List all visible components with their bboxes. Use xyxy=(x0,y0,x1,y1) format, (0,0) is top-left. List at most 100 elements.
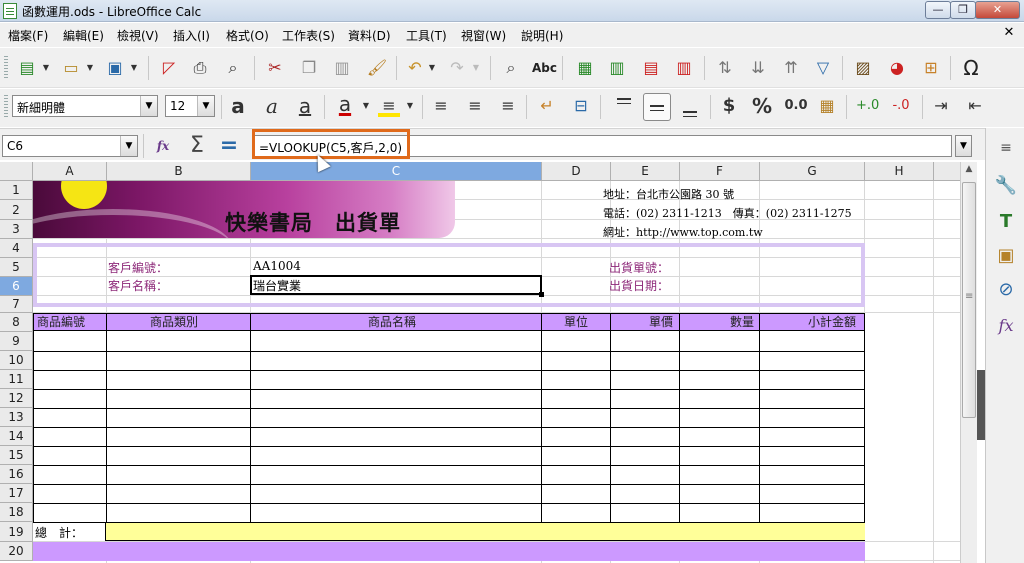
menu-data[interactable]: 資料(D) xyxy=(348,27,391,44)
vertical-scrollbar[interactable]: ▲ xyxy=(960,162,977,563)
function-wizard-button[interactable]: fx xyxy=(150,135,176,157)
header-unit-price[interactable]: 單價 xyxy=(649,313,673,331)
align-top-button[interactable] xyxy=(610,93,638,121)
sidebar-menu-icon[interactable]: ≡ xyxy=(994,136,1018,160)
save-dropdown-icon[interactable]: ▼ xyxy=(130,57,138,79)
clone-formatting-icon[interactable]: 🖌 xyxy=(366,57,388,79)
styles-icon[interactable]: T xyxy=(994,210,1018,234)
cut-icon[interactable]: ✂ xyxy=(264,57,286,79)
bold-button[interactable]: a xyxy=(227,95,249,117)
header-quantity[interactable]: 數量 xyxy=(730,313,754,331)
spelling-icon[interactable]: Abc xyxy=(532,57,557,79)
column-header-c[interactable]: C xyxy=(251,162,542,181)
spreadsheet-grid[interactable]: A B C D E F G H 1 2 3 4 5 6 7 8 9 10 11 … xyxy=(0,162,960,563)
font-color-button[interactable]: a xyxy=(334,93,356,115)
column-header-e[interactable]: E xyxy=(611,162,680,181)
row-header[interactable]: 17 xyxy=(0,484,33,503)
font-color-dropdown-icon[interactable]: ▼ xyxy=(362,95,370,117)
decrease-indent-icon[interactable]: ⇤ xyxy=(964,95,986,117)
undo-icon[interactable]: ↶ xyxy=(404,57,426,79)
merge-center-icon[interactable]: ⊟ xyxy=(570,95,592,117)
delete-decimal-icon[interactable]: -.0 xyxy=(890,95,912,117)
scroll-up-icon[interactable]: ▲ xyxy=(961,164,977,180)
row-header[interactable]: 4 xyxy=(0,239,33,258)
redo-dropdown-icon[interactable]: ▼ xyxy=(472,57,480,79)
menu-help[interactable]: 說明(H) xyxy=(521,27,563,44)
menu-insert[interactable]: 插入(I) xyxy=(173,27,210,44)
date-format-icon[interactable]: ▦ xyxy=(816,95,838,117)
align-bottom-button[interactable] xyxy=(676,93,704,121)
row-icon[interactable]: ▦ xyxy=(574,57,596,79)
font-name-box[interactable]: 新細明體 ▼ xyxy=(12,95,158,117)
gallery-icon[interactable]: ▣ xyxy=(994,244,1018,268)
column-header-f[interactable]: F xyxy=(680,162,760,181)
header-product-category[interactable]: 商品類別 xyxy=(150,313,198,331)
row-header[interactable]: 5 xyxy=(0,258,33,277)
percent-format-button[interactable]: % xyxy=(751,95,773,117)
row-header[interactable]: 8 xyxy=(0,313,33,332)
row-header[interactable]: 9 xyxy=(0,332,33,351)
chevron-down-icon[interactable]: ▼ xyxy=(197,96,214,116)
row-header[interactable]: 12 xyxy=(0,389,33,408)
expand-formula-icon[interactable]: ▼ xyxy=(955,135,972,157)
sort-icon[interactable]: ⇅ xyxy=(714,57,736,79)
increase-indent-icon[interactable]: ⇥ xyxy=(930,95,952,117)
print-icon[interactable]: ⎙ xyxy=(189,57,211,79)
column-header-d[interactable]: D xyxy=(542,162,611,181)
open-folder-icon[interactable]: ▭ xyxy=(60,57,82,79)
customer-id-cell[interactable]: AA1004 xyxy=(253,259,301,273)
align-left-icon[interactable]: ≡ xyxy=(430,95,452,117)
find-replace-icon[interactable]: ⌕ xyxy=(500,57,522,79)
sum-button[interactable]: Σ xyxy=(184,135,210,157)
menu-format[interactable]: 格式(O) xyxy=(226,27,269,44)
function-button[interactable]: = xyxy=(216,135,242,157)
align-middle-button[interactable] xyxy=(643,93,671,121)
name-box[interactable]: C6 ▼ xyxy=(2,135,138,157)
delete-row-icon[interactable]: ▤ xyxy=(640,57,662,79)
redo-icon[interactable]: ↷ xyxy=(446,57,468,79)
row-header[interactable]: 2 xyxy=(0,200,33,220)
chevron-down-icon[interactable]: ▼ xyxy=(140,96,157,116)
customer-name-cell[interactable]: 瑞台實業 xyxy=(253,277,301,294)
save-icon[interactable]: ▣ xyxy=(104,57,126,79)
menu-file[interactable]: 檔案(F) xyxy=(8,27,48,44)
underline-button[interactable]: a xyxy=(294,95,316,117)
row-header[interactable]: 13 xyxy=(0,408,33,427)
row-header[interactable]: 14 xyxy=(0,427,33,446)
number-format-button[interactable]: 0.0 xyxy=(782,95,810,117)
print-preview-icon[interactable]: ⌕ xyxy=(222,57,244,79)
menu-sheet[interactable]: 工作表(S) xyxy=(282,27,335,44)
currency-format-button[interactable]: $ xyxy=(718,95,740,117)
chevron-down-icon[interactable]: ▼ xyxy=(120,136,137,156)
special-character-icon[interactable]: Ω xyxy=(960,57,982,79)
menu-tools[interactable]: 工具(T) xyxy=(406,27,447,44)
row-header[interactable]: 6 xyxy=(0,277,33,296)
new-dropdown-icon[interactable]: ▼ xyxy=(42,57,50,79)
properties-wrench-icon[interactable]: 🔧 xyxy=(994,174,1018,198)
highlight-dropdown-icon[interactable]: ▼ xyxy=(406,95,414,117)
new-document-icon[interactable]: ▤ xyxy=(16,57,38,79)
column-header-a[interactable]: A xyxy=(33,162,107,181)
maximize-button[interactable]: ❐ xyxy=(950,1,976,19)
header-subtotal[interactable]: 小計金額 xyxy=(808,313,856,331)
document-close-icon[interactable]: ✕ xyxy=(1000,25,1018,43)
header-product-name[interactable]: 商品名稱 xyxy=(368,313,416,331)
font-size-box[interactable]: 12 ▼ xyxy=(165,95,215,117)
row-header[interactable]: 19 xyxy=(0,522,33,542)
column-header-b[interactable]: B xyxy=(107,162,251,181)
toolbar-grip[interactable] xyxy=(4,56,8,80)
row-header[interactable]: 11 xyxy=(0,370,33,389)
header-unit[interactable]: 單位 xyxy=(564,313,588,331)
minimize-button[interactable]: — xyxy=(925,1,951,19)
highlight-color-icon[interactable]: ≡ xyxy=(378,95,400,117)
insert-chart-icon[interactable]: ◕ xyxy=(886,57,908,79)
navigator-icon[interactable]: ⊘ xyxy=(994,278,1018,302)
wrap-text-icon[interactable]: ↵ xyxy=(536,95,558,117)
paste-icon[interactable]: ▥ xyxy=(331,57,353,79)
row-header[interactable]: 7 xyxy=(0,296,33,313)
header-product-id[interactable]: 商品編號 xyxy=(37,313,85,331)
insert-image-icon[interactable]: ▨ xyxy=(852,57,874,79)
sort-ascending-icon[interactable]: ⇈ xyxy=(780,57,802,79)
italic-button[interactable]: a xyxy=(261,95,283,117)
open-dropdown-icon[interactable]: ▼ xyxy=(86,57,94,79)
